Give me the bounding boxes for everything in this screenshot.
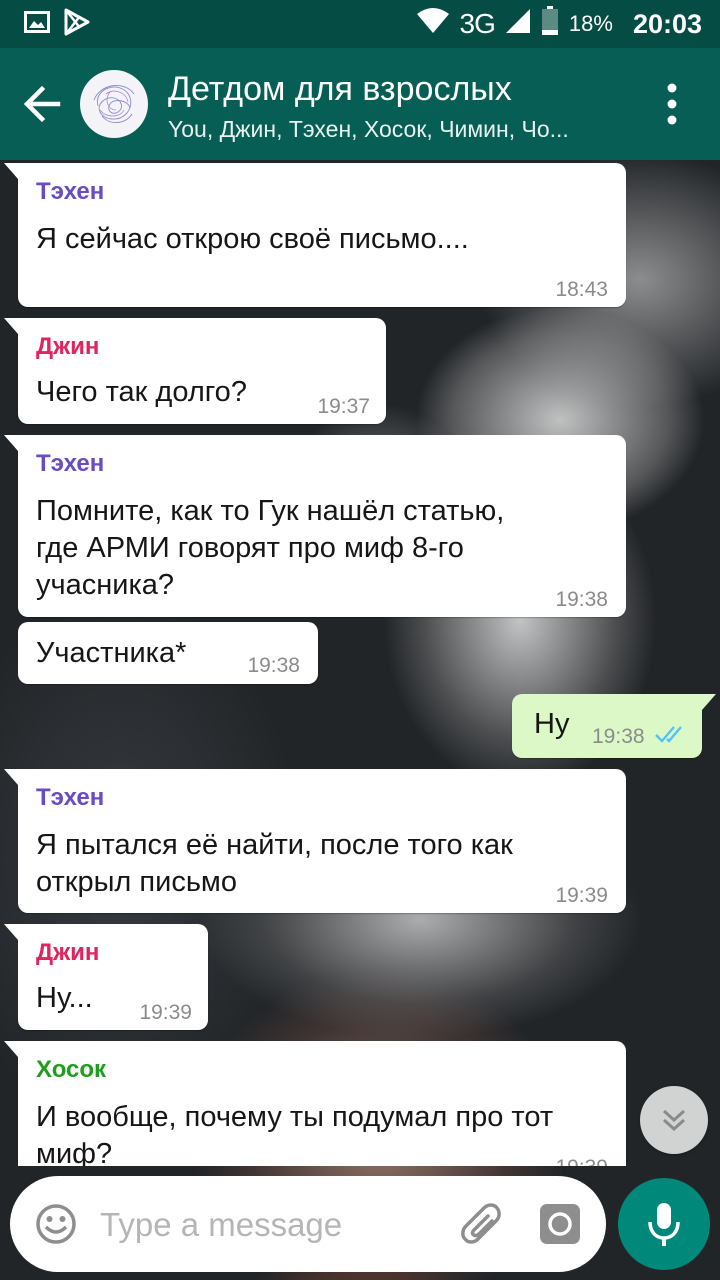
smiley-icon: [36, 1204, 76, 1244]
message-time: 19:38: [592, 725, 645, 748]
message-bubble[interactable]: Тэхен Я сейчас открою своё письмо.... 18…: [4, 163, 626, 307]
message-bubble[interactable]: Хосок И вообще, почему ты подумал про то…: [4, 1041, 626, 1166]
message-time: 19:38: [247, 654, 300, 677]
message-sender: Тэхен: [36, 784, 105, 811]
message-text: Ну: [534, 708, 570, 740]
battery-percent: 18%: [568, 11, 613, 36]
menu-button[interactable]: [656, 80, 688, 128]
camera-button[interactable]: [538, 1202, 582, 1246]
network-type: 3G: [459, 8, 496, 39]
back-button[interactable]: [22, 80, 74, 128]
clock: 20:03: [632, 8, 702, 39]
wifi-icon: [416, 7, 450, 41]
cell-signal-icon: [505, 8, 531, 41]
message-sender: Джин: [36, 333, 100, 360]
outgoing-message-bubble[interactable]: Ну 19:38: [512, 694, 716, 758]
message-text: Помните, как то Гук нашёл статью, где АР…: [36, 495, 505, 601]
chat-participants[interactable]: You, Джин, Тэхен, Хосок, Чимин, Чо...: [168, 116, 618, 143]
message-bubble[interactable]: Джин Чего так долго? 19:37: [4, 318, 386, 424]
chat-title[interactable]: Детдом для взрослых: [168, 70, 512, 109]
message-input[interactable]: [98, 1198, 442, 1252]
message-sender: Тэхен: [36, 450, 105, 477]
message-bubble[interactable]: Участника* 19:38: [18, 622, 318, 684]
message-bubble[interactable]: Джин Ну... 19:39: [4, 924, 208, 1030]
message-time: 19:39: [555, 884, 608, 907]
double-check-read-icon: [655, 726, 682, 743]
camera-icon: [540, 1204, 580, 1244]
emoji-button[interactable]: [34, 1202, 78, 1246]
paperclip-icon: [461, 1203, 501, 1244]
battery-icon: [541, 5, 559, 43]
message-text: И вообще, почему ты подумал про тот миф?: [36, 1101, 554, 1166]
message-time: 19:39: [139, 1001, 192, 1024]
chat-header: Детдом для взрослых You, Джин, Тэхен, Хо…: [0, 48, 720, 160]
gallery-notification-icon: [24, 10, 50, 38]
message-text: Я сейчас открою своё письмо....: [36, 223, 469, 255]
message-text: Ну...: [36, 982, 93, 1014]
arrow-left-icon: [23, 85, 61, 123]
mic-icon: [648, 1203, 680, 1246]
message-list[interactable]: Тэхен Я сейчас открою своё письмо.... 18…: [0, 160, 720, 1166]
message-sender: Хосок: [36, 1056, 107, 1083]
message-sender: Джин: [36, 939, 100, 966]
voice-message-button[interactable]: [618, 1178, 710, 1270]
play-store-notification-icon: [64, 8, 90, 41]
message-text: Чего так долго?: [36, 376, 247, 408]
message-time: 19:38: [555, 588, 608, 611]
message-sender: Тэхен: [36, 178, 105, 205]
message-bubble[interactable]: Тэхен Я пытался её найти, после того как…: [4, 769, 626, 913]
double-chevron-down-icon: [662, 1109, 686, 1132]
message-time: 19:39: [555, 1156, 608, 1166]
scroll-to-bottom-button[interactable]: [640, 1086, 708, 1154]
more-vert-icon: [667, 83, 677, 125]
message-bubble[interactable]: Тэхен Помните, как то Гук нашёл статью, …: [4, 435, 626, 617]
message-text: Я пытался её найти, после того как откры…: [36, 829, 513, 898]
message-time: 18:43: [555, 278, 608, 301]
message-time: 19:37: [317, 395, 370, 418]
message-text: Участника*: [36, 637, 187, 669]
message-composer: [10, 1176, 606, 1272]
status-bar: 3G 18% 20:03: [0, 0, 720, 48]
group-avatar[interactable]: [80, 70, 148, 138]
attach-button[interactable]: [458, 1202, 502, 1246]
